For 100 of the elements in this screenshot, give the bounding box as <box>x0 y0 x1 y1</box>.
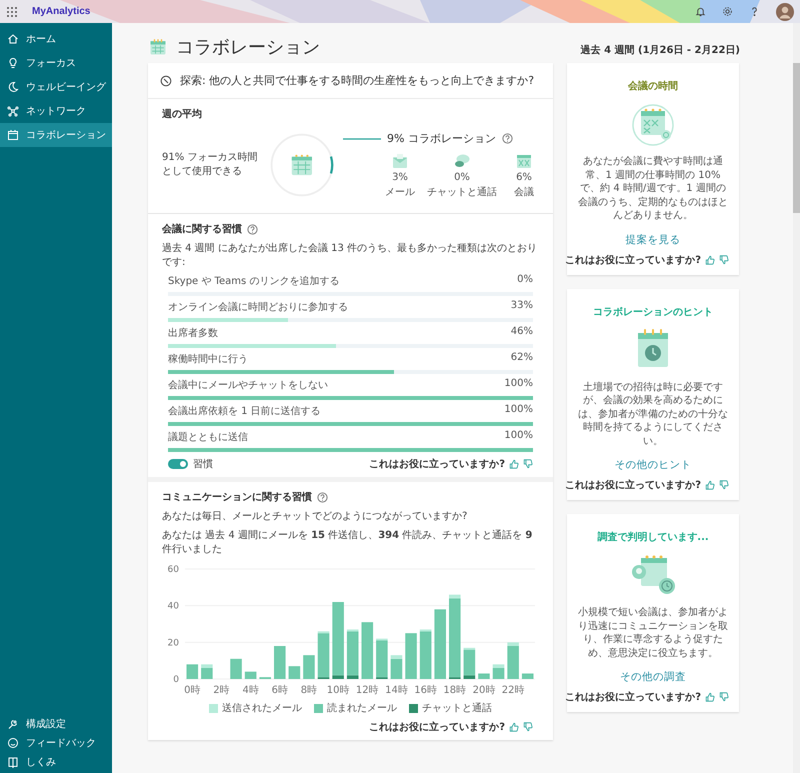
chat-bubble-icon <box>453 152 471 170</box>
x-axis-label: 0時 <box>184 685 200 696</box>
legend-label: 送信されたメール <box>222 702 302 715</box>
book-icon <box>7 756 19 768</box>
x-axis-label: 20時 <box>472 685 495 696</box>
card-title: 会議の時間 <box>628 79 678 93</box>
calendar-icon <box>7 129 19 141</box>
thumbs-up-icon[interactable] <box>705 254 715 264</box>
nav-item[interactable]: ネットワーク <box>0 99 112 123</box>
card-title: 調査で判明しています... <box>597 530 709 544</box>
thumbs-up-icon[interactable] <box>705 480 715 490</box>
habit-label: Skype や Teams のリンクを追加する <box>168 274 340 288</box>
app-name[interactable]: MyAnalytics <box>32 6 90 17</box>
avatar[interactable] <box>776 2 794 20</box>
feedback-question: これはお役に立っていますか? <box>369 457 505 471</box>
thumbs-down-icon[interactable] <box>523 459 533 469</box>
y-axis-label: 40 <box>167 602 178 612</box>
breakdown-value: 0% <box>454 172 470 183</box>
x-axis-label: 14時 <box>384 685 408 696</box>
habit-percentage: 46% <box>510 326 533 339</box>
section-heading: 週の平均 <box>162 108 203 121</box>
card-link[interactable]: その他のヒント <box>614 458 692 472</box>
x-axis-label: 2時 <box>212 685 230 696</box>
section-heading: 会議に関する習慣 <box>162 222 242 236</box>
habit-label: オンライン会議に時間どおりに参加する <box>168 300 348 314</box>
section-description: 過去 4 週間 にあなたが出席した会議 13 件のうち、最も多かった種類は次のとおりです: <box>162 242 538 269</box>
nav-item[interactable]: ホーム <box>0 27 112 51</box>
y-axis-label: 60 <box>167 565 178 575</box>
envelope-icon <box>391 152 409 170</box>
breakdown-value: 6% <box>516 172 532 183</box>
x-axis-label: 18時 <box>442 685 466 696</box>
card-link[interactable]: その他の調査 <box>620 670 686 684</box>
thumbs-up-icon[interactable] <box>705 692 715 702</box>
calendar-icon <box>515 152 533 170</box>
habit-percentage: 100% <box>504 404 533 417</box>
home-icon <box>7 33 19 45</box>
chart-bar <box>302 655 314 679</box>
help-icon[interactable] <box>317 492 328 502</box>
card-title: コラボレーションのヒント <box>593 306 713 318</box>
collaboration-percentage: 9% コラボレーション <box>387 131 496 146</box>
chart-bar <box>244 672 256 679</box>
scrollbar[interactable] <box>793 23 800 773</box>
thumbs-up-icon[interactable] <box>509 722 519 732</box>
chart-bar <box>288 666 300 679</box>
bell-icon[interactable] <box>695 6 706 17</box>
nav-item[interactable]: 構成設定 <box>0 714 112 733</box>
card-text: あなたが会議に費やす時間は通常、1 週間の仕事時間の 10% で、約 4 時間/週です。1 週間の会議のうち、定期的なものはほとんどありません。 <box>577 155 729 222</box>
habit-percentage: 0% <box>517 274 533 287</box>
chart-bar <box>186 664 198 679</box>
chart-bar <box>521 674 533 679</box>
breakdown-label: 会議 <box>514 186 534 199</box>
thumbs-down-icon[interactable] <box>719 254 729 264</box>
explore-question: 探索: 他の人と共同で仕事をする時間の生産性をもっと向上できますか? <box>180 73 534 88</box>
feedback-question: これはお役に立っていますか? <box>565 253 701 266</box>
toggle-label: 習慣 <box>193 458 213 471</box>
app-launcher-icon[interactable] <box>6 6 18 18</box>
habit-label: 出席者多数 <box>168 326 218 340</box>
breakdown-value: 3% <box>392 172 408 183</box>
leader-line <box>343 136 381 140</box>
x-axis-label: 6時 <box>271 685 288 696</box>
breakdown-label: チャットと通話 <box>427 186 497 199</box>
habit-percentage: 100% <box>504 378 533 391</box>
help-icon[interactable] <box>502 133 513 144</box>
feedback-question: これはお役に立っていますか? <box>565 690 701 704</box>
feedback-question: これはお役に立っていますか? <box>369 720 505 734</box>
section-question: あなたは毎日、メールとチャットでどのようにつながっていますか? <box>162 510 468 523</box>
network-icon <box>7 105 19 117</box>
thumbs-up-icon[interactable] <box>509 459 519 469</box>
scrollbar-thumb[interactable] <box>793 63 800 213</box>
thumbs-down-icon[interactable] <box>523 722 533 732</box>
card-link[interactable]: 提案を見る <box>626 232 680 246</box>
nav-item[interactable]: ウェルビーイング <box>0 75 112 99</box>
thumbs-down-icon[interactable] <box>719 480 729 490</box>
focus-text: 91% フォーカス時間として使用できる <box>162 151 258 179</box>
habit-label: 稼働時間中に行う <box>168 352 248 366</box>
nav-item[interactable]: しくみ <box>0 752 112 771</box>
x-axis-label: 22時 <box>501 685 524 696</box>
nav-item[interactable]: フィードバック <box>0 733 112 752</box>
chart-bar <box>478 674 490 679</box>
nav-item[interactable]: コラボレーション <box>0 123 112 147</box>
habit-label: 議題とともに送信 <box>168 430 248 444</box>
legend-label: チャットと通話 <box>422 702 492 715</box>
toggle-switch[interactable] <box>168 459 188 469</box>
nav-item[interactable]: フォーカス <box>0 51 112 75</box>
calendar-icon <box>148 37 168 57</box>
x-axis-label: 4時 <box>242 685 258 696</box>
chart-bar <box>404 633 416 679</box>
breakdown-label: メール <box>385 186 415 199</box>
chart-bar <box>230 658 242 679</box>
chart-bar <box>361 622 373 679</box>
lightbulb-icon <box>7 57 19 69</box>
chart-bar <box>434 609 446 679</box>
thumbs-down-icon[interactable] <box>719 692 729 702</box>
habit-percentage: 100% <box>504 430 533 443</box>
x-axis-label: 8時 <box>300 685 317 696</box>
x-axis-label: 10時 <box>326 685 349 696</box>
help-icon[interactable] <box>247 224 258 234</box>
page-title: コラボレーション <box>176 36 320 59</box>
card-text: 土壇場での招待は時に必要ですが、会議の効果を高めるためには、参加者が準備のための十分な時間を持てるようにしてください。 <box>577 380 729 448</box>
section-heading: コミュニケーションに関する習慣 <box>162 490 312 504</box>
